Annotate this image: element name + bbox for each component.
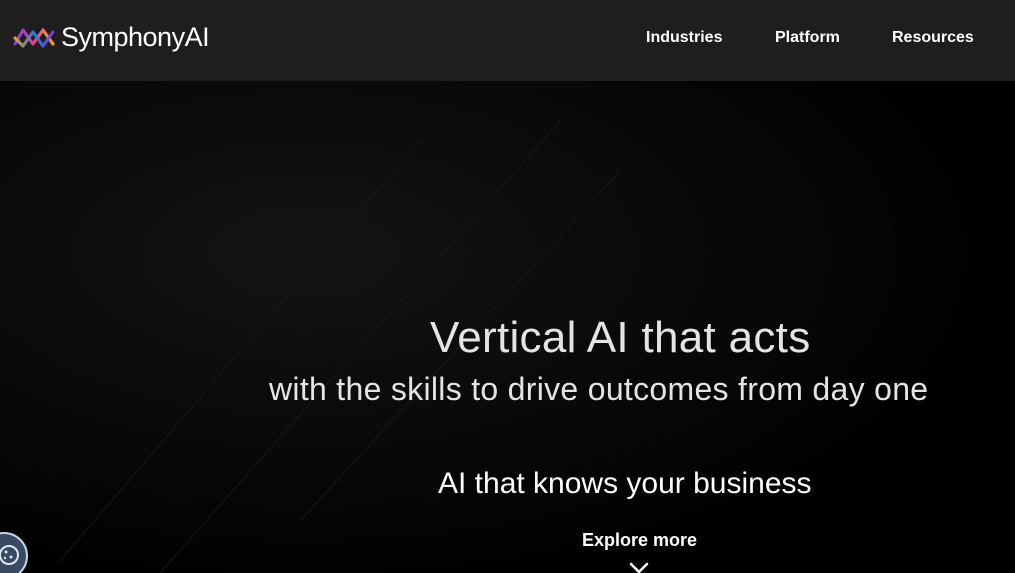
brand-name: SymphonyAI (61, 22, 210, 52)
page: SymphonyAI Industries Platform Resources… (0, 0, 1015, 573)
cookie-icon (0, 545, 19, 565)
hero-tagline: AI that knows your business (438, 467, 812, 500)
hero-subtitle: with the skills to drive outcomes from d… (269, 371, 929, 407)
nav-item-industries[interactable]: Industries (646, 28, 722, 48)
brand-logo[interactable]: SymphonyAI (13, 20, 210, 54)
symphonyai-logo-icon (13, 28, 55, 48)
site-header: SymphonyAI Industries Platform Resources (0, 0, 1015, 81)
explore-more-link[interactable]: Explore more (582, 529, 697, 551)
nav-item-resources[interactable]: Resources (892, 28, 974, 48)
hero-title: Vertical AI that acts (430, 313, 811, 362)
nav-item-platform[interactable]: Platform (775, 28, 840, 48)
hero-section: Vertical AI that acts with the skills to… (0, 81, 1015, 573)
chevron-down-icon[interactable] (629, 562, 649, 573)
